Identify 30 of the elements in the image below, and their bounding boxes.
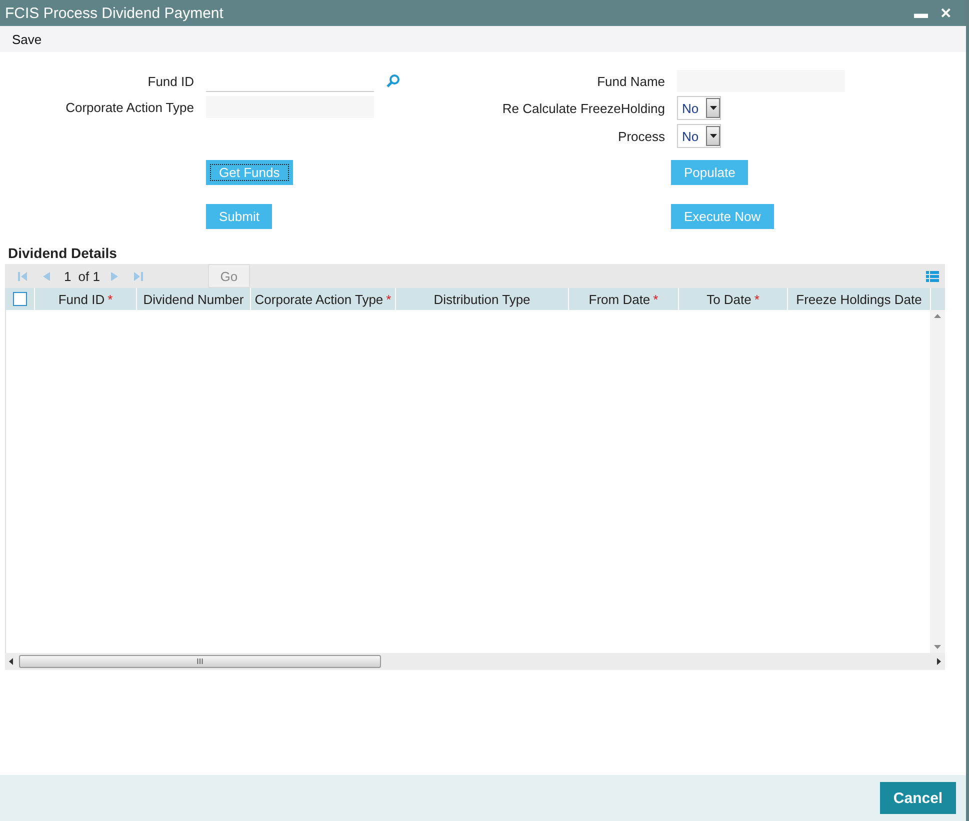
caret-icon <box>706 126 720 146</box>
list-icon[interactable] <box>926 270 939 282</box>
last-page-icon[interactable] <box>132 270 143 282</box>
page-count: of 1 <box>78 268 100 284</box>
cancel-button[interactable]: Cancel <box>880 782 956 814</box>
menu-item[interactable]: Save <box>6 30 48 48</box>
caret-icon <box>706 98 720 118</box>
field-label: Fund ID <box>146 74 194 88</box>
field-label: Fund Name <box>596 74 665 88</box>
field-label: Corporate Action Type <box>64 100 194 114</box>
section-title: Dividend Details <box>8 245 118 261</box>
scroll-right-icon[interactable] <box>937 658 941 665</box>
next-page-icon[interactable] <box>108 270 119 282</box>
scroll-down-icon[interactable] <box>934 645 941 649</box>
scroll-up-icon[interactable] <box>934 314 941 318</box>
field-label: Process <box>617 128 665 144</box>
field-label: Re Calculate FreezeHolding <box>501 100 665 116</box>
scroll-left-icon[interactable] <box>9 658 13 665</box>
first-page-icon[interactable] <box>18 270 28 282</box>
horizontal-scrollbar[interactable]: III <box>5 653 945 670</box>
select-all-checkbox[interactable] <box>12 292 26 306</box>
search-icon[interactable] <box>386 74 400 88</box>
dropdown[interactable]: No <box>677 96 721 120</box>
window-title: FCIS Process Dividend Payment <box>5 4 224 22</box>
previous-page-icon[interactable] <box>42 270 52 282</box>
minimize-button[interactable]: ▬ <box>908 5 934 21</box>
vertical-scrollbar[interactable] <box>930 310 945 653</box>
dropdown[interactable]: No <box>677 124 721 148</box>
page-number: 1 <box>63 268 72 284</box>
close-button[interactable]: ✕ <box>934 5 958 21</box>
